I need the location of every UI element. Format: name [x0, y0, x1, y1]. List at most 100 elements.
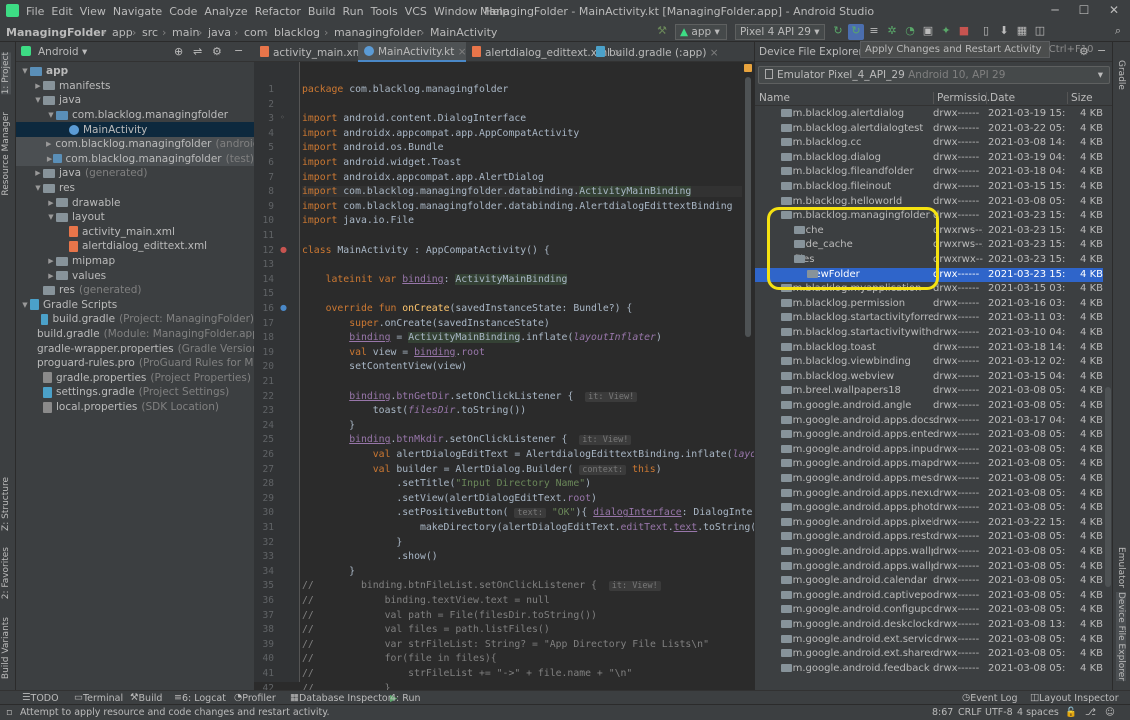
file-row[interactable]: ▶com.google.android.feedbackdrwx------ 20…	[755, 662, 1103, 677]
collapsed-arrow-icon[interactable]: ▶	[46, 257, 56, 265]
tab-layout-inspector[interactable]: ◫ Layout Inspector	[1030, 692, 1119, 704]
menu-item-refactor[interactable]: Refactor	[255, 5, 301, 18]
close-icon[interactable]: ✕	[1104, 3, 1124, 19]
caret-position[interactable]: 8:67	[932, 707, 953, 718]
file-row[interactable]: ▶com.google.android.apps.wallpdrwx------…	[755, 545, 1103, 560]
expanded-arrow-icon[interactable]: ▼	[33, 184, 43, 192]
breadcrumb-item[interactable]: app	[112, 26, 133, 39]
tab-logcat[interactable]: ≡ 6: Logcat	[174, 692, 226, 704]
file-row[interactable]: ▶com.blacklog.dialogdrwx------ 2021-03-19…	[755, 151, 1103, 166]
code-line[interactable]: }	[302, 566, 355, 577]
collapsed-arrow-icon[interactable]: ▶	[33, 82, 43, 90]
project-tree-item[interactable]: alertdialog_edittext.xml	[16, 239, 254, 254]
file-row[interactable]: ▶com.breel.wallpapers18drwx------ 2021-03…	[755, 384, 1103, 399]
inspector-icon[interactable]: ☺	[1105, 707, 1115, 718]
project-tree-item[interactable]: ▼ java	[16, 93, 254, 108]
tab-gradle[interactable]: Gradle	[1116, 60, 1126, 90]
menu-item-navigate[interactable]: Navigate	[113, 5, 162, 18]
file-row[interactable]: ▶com.blacklog.startactivitywithddrwx----…	[755, 326, 1103, 341]
project-tree-item[interactable]: ▼ com.blacklog.managingfolder	[16, 108, 254, 123]
project-tree-item[interactable]: build.gradle (Module: ManagingFolder.app)	[16, 327, 263, 342]
editor-tab[interactable]: MainActivity.kt ×	[358, 42, 467, 62]
emulator-device-select[interactable]: Emulator Pixel_4_API_29 Android 10, API …	[758, 66, 1110, 84]
tab-project[interactable]: 1: Project	[1, 52, 11, 95]
fold-marker-icon[interactable]: ◦	[280, 113, 285, 122]
code-line[interactable]: // binding.textView.text = null	[302, 595, 550, 606]
menu-item-view[interactable]: View	[80, 5, 106, 18]
breadcrumb-item[interactable]: MainActivity	[430, 26, 497, 39]
breadcrumb-item[interactable]: main	[172, 26, 199, 39]
apply-changes-icon[interactable]: ↻	[830, 24, 846, 40]
code-line[interactable]: binding.btnGetDir.setOnClickListener { i…	[302, 391, 638, 402]
project-tree-item[interactable]: proguard-rules.pro (ProGuard Rules for Ma…	[16, 356, 302, 371]
collapsed-arrow-icon[interactable]: ▶	[33, 169, 43, 177]
code-line[interactable]: // var strFileList: String? = "App Direc…	[302, 639, 709, 650]
code-line[interactable]: .setView(alertDialogEditText.root)	[302, 493, 597, 504]
breadcrumb-item[interactable]: blacklog	[274, 26, 320, 39]
collapse-all-icon[interactable]: ⇌	[193, 45, 202, 58]
menu-item-run[interactable]: Run	[343, 5, 364, 18]
expanded-arrow-icon[interactable]: ▼	[46, 213, 56, 221]
file-row[interactable]: ▶com.blacklog.startactivityforresdrwx---…	[755, 311, 1103, 326]
git-branch-icon[interactable]: ⎇	[1085, 707, 1096, 718]
file-row[interactable]: ▶com.google.android.apps.enterdrwx------…	[755, 428, 1103, 443]
project-tree-item[interactable]: gradle-wrapper.properties (Gradle Version…	[16, 341, 263, 356]
profile-icon[interactable]: ◔	[902, 24, 918, 40]
file-row[interactable]: ▶com.blacklog.viewbindingdrwx------ 2021-…	[755, 355, 1103, 370]
file-row[interactable]: ▶com.google.android.calendardrwx------ 20…	[755, 574, 1103, 589]
hide-panel-icon[interactable]: −	[234, 44, 243, 57]
code-line[interactable]: package com.blacklog.managingfolder	[302, 84, 508, 95]
file-row[interactable]: ▶com.google.android.apps.docsdrwx------ 2…	[755, 414, 1103, 429]
code-line[interactable]: lateinit var binding: ActivityMainBindin…	[302, 273, 568, 285]
file-row[interactable]: ▶com.google.android.apps.messdrwx------ 2…	[755, 472, 1103, 487]
tab-resource-manager[interactable]: Resource Manager	[1, 112, 11, 196]
collapsed-arrow-icon[interactable]: ▶	[46, 199, 56, 207]
file-row[interactable]: ▶com.google.android.configupcdrwx------ 2…	[755, 603, 1103, 618]
expanded-arrow-icon[interactable]: ▼	[33, 96, 43, 104]
target-icon[interactable]: ⊕	[174, 45, 183, 58]
project-view-select[interactable]: Android ▾	[38, 46, 87, 58]
device-select[interactable]: Pixel 4 API 29 ▾	[735, 24, 825, 40]
code-line[interactable]: import java.io.File	[302, 215, 414, 226]
file-row[interactable]: ▶com.blacklog.fileinoutdrwx------ 2021-03…	[755, 180, 1103, 195]
code-line[interactable]: setContentView(view)	[302, 361, 467, 372]
menu-item-vcs[interactable]: VCS	[405, 5, 427, 18]
column-date[interactable]: Date	[986, 92, 1015, 104]
editor-tab[interactable]: activity_main.xml ×	[254, 42, 378, 62]
menu-item-edit[interactable]: Edit	[51, 5, 72, 18]
code-line[interactable]: // for(file in files){	[302, 653, 497, 664]
tab-favorites[interactable]: 2: Favorites	[1, 547, 11, 599]
code-line[interactable]: class MainActivity : AppCompatActivity()…	[302, 245, 550, 256]
debug-icon[interactable]: ✲	[884, 24, 900, 40]
editor-scrollbar[interactable]	[745, 77, 751, 337]
code-line[interactable]: val builder = AlertDialog.Builder( conte…	[302, 464, 662, 475]
tab-structure[interactable]: Z: Structure	[1, 477, 11, 531]
file-row[interactable]: ▶com.blacklog.alertdialogdrwx------ 2021-…	[755, 107, 1103, 122]
search-everywhere-icon[interactable]: ⌕	[1110, 24, 1126, 40]
file-row[interactable]: ▶com.google.android.apps.inpudrwx------ 2…	[755, 443, 1103, 458]
tab-event-log[interactable]: ◷ Event Log	[962, 692, 1018, 704]
code-line[interactable]: // strFileList += "->" + file.name + "\n…	[302, 668, 632, 679]
project-tree-item[interactable]: ▶ com.blacklog.managingfolder (androidTest…	[16, 137, 284, 152]
structure-icon[interactable]: ▦	[1014, 24, 1030, 40]
code-line[interactable]: val view = binding.root	[302, 347, 485, 358]
file-row[interactable]: ▶com.blacklog.permissiondrwx------ 2021-0…	[755, 297, 1103, 312]
file-row[interactable]: ▶com.google.android.apps.wallpdrwx------…	[755, 560, 1103, 575]
line-separator[interactable]: CRLF	[958, 707, 982, 718]
tab-device-file-explorer[interactable]: Device File Explorer	[1116, 592, 1126, 682]
breadcrumb-item[interactable]: managingfolder	[334, 26, 421, 39]
class-run-icon[interactable]: ●	[280, 245, 287, 254]
file-row[interactable]: ▶com.blacklog.fileandfolderdrwx------ 202…	[755, 165, 1103, 180]
code-line[interactable]: toast(filesDir.toString())	[302, 405, 526, 416]
code-line[interactable]: import android.widget.Toast	[302, 157, 461, 168]
file-row[interactable]: ▶com.google.android.apps.pixeldrwx------…	[755, 516, 1103, 531]
code-line[interactable]: binding = ActivityMainBinding.inflate(la…	[302, 332, 662, 344]
code-line[interactable]: import android.content.DialogInterface	[302, 113, 526, 124]
file-row[interactable]: ▶com.google.android.deskclockdrwx------ 2…	[755, 618, 1103, 633]
code-line[interactable]: }	[302, 537, 402, 548]
code-line[interactable]: makeDirectory(alertDialogEditText.editTe…	[302, 522, 768, 533]
maximize-icon[interactable]: ☐	[1074, 3, 1094, 19]
code-line[interactable]: override fun onCreate(savedInstanceState…	[302, 303, 633, 314]
collapsed-arrow-icon[interactable]: ▶	[46, 140, 51, 148]
close-tab-icon[interactable]: ×	[706, 47, 719, 59]
